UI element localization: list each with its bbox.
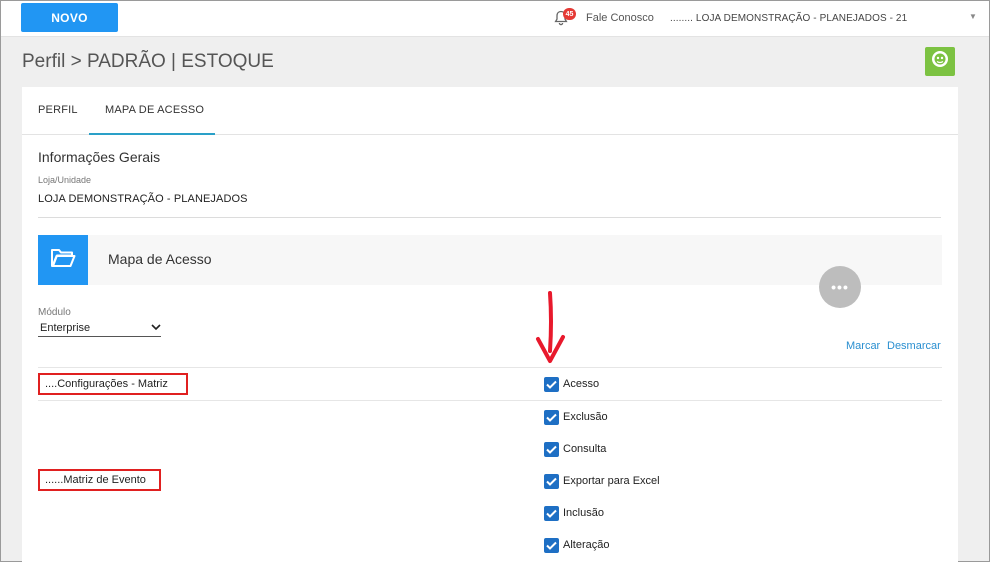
- main-card: PERFIL MAPA DE ACESSO Informações Gerais…: [22, 87, 958, 562]
- chevron-down-icon: [151, 322, 161, 334]
- row-divider: [38, 400, 942, 401]
- page-title: Perfil > PADRÃO | ESTOQUE: [22, 51, 274, 72]
- red-arrow-down-icon: [536, 291, 565, 363]
- checkbox-checked-icon[interactable]: [544, 537, 559, 553]
- access-map-title: Mapa de Acesso: [108, 251, 212, 267]
- permission-consulta[interactable]: Consulta: [544, 441, 606, 457]
- permission-label: Consulta: [563, 443, 607, 455]
- folder-icon-box: [38, 235, 88, 285]
- chat-help-button[interactable]: [925, 47, 955, 76]
- chevron-down-icon[interactable]: ▼: [969, 12, 977, 21]
- module-selected-value: Enterprise: [40, 321, 91, 334]
- section-title-general-info: Informações Gerais: [38, 149, 161, 165]
- store-label: Loja/Unidade: [38, 175, 92, 185]
- tab-perfil[interactable]: PERFIL: [38, 104, 78, 116]
- unmark-all-link[interactable]: Desmarcar: [887, 340, 941, 352]
- permission-label: Inclusão: [563, 507, 604, 519]
- store-value: LOJA DEMONSTRAÇÃO - PLANEJADOS: [38, 193, 248, 205]
- divider: [38, 217, 941, 218]
- permission-exportar-excel[interactable]: Exportar para Excel: [544, 473, 660, 489]
- tab-mapa-de-acesso[interactable]: MAPA DE ACESSO: [105, 104, 204, 116]
- chat-help-icon: [930, 49, 950, 74]
- permission-group-configuracoes-matriz: ....Configurações - Matriz: [38, 373, 188, 395]
- tab-bar: PERFIL MAPA DE ACESSO: [22, 87, 958, 135]
- permission-inclusao[interactable]: Inclusão: [544, 505, 604, 521]
- checkbox-checked-icon[interactable]: [544, 505, 559, 521]
- notification-badge: 45: [563, 8, 576, 20]
- checkbox-checked-icon[interactable]: [544, 376, 559, 392]
- row-divider: [38, 367, 942, 368]
- permission-label: Exportar para Excel: [563, 475, 660, 487]
- checkbox-checked-icon[interactable]: [544, 441, 559, 457]
- permission-exclusao[interactable]: Exclusão: [544, 409, 608, 425]
- new-button[interactable]: NOVO: [21, 3, 118, 32]
- more-options-button[interactable]: •••: [819, 266, 861, 308]
- access-map-header: Mapa de Acesso: [38, 235, 942, 285]
- permission-label: Exclusão: [563, 411, 608, 423]
- permission-label: Alteração: [563, 539, 610, 551]
- mark-all-link[interactable]: Marcar: [846, 340, 880, 352]
- module-select[interactable]: Enterprise: [38, 319, 161, 337]
- permission-alteracao[interactable]: Alteração: [544, 537, 609, 553]
- contact-link[interactable]: Fale Conosco: [586, 12, 654, 24]
- permission-label: Acesso: [563, 378, 600, 390]
- permission-group-matriz-evento: ......Matriz de Evento: [38, 469, 161, 491]
- checkbox-checked-icon[interactable]: [544, 473, 559, 489]
- top-bar: NOVO 45 Fale Conosco ........ LOJA DEMON…: [1, 1, 989, 37]
- folder-open-icon: [50, 247, 76, 274]
- store-selector[interactable]: ........ LOJA DEMONSTRAÇÃO - PLANEJADOS …: [670, 13, 907, 24]
- module-label: Módulo: [38, 307, 71, 318]
- active-tab-indicator: [89, 133, 215, 135]
- checkbox-checked-icon[interactable]: [544, 409, 559, 425]
- permission-acesso[interactable]: Acesso: [544, 376, 599, 392]
